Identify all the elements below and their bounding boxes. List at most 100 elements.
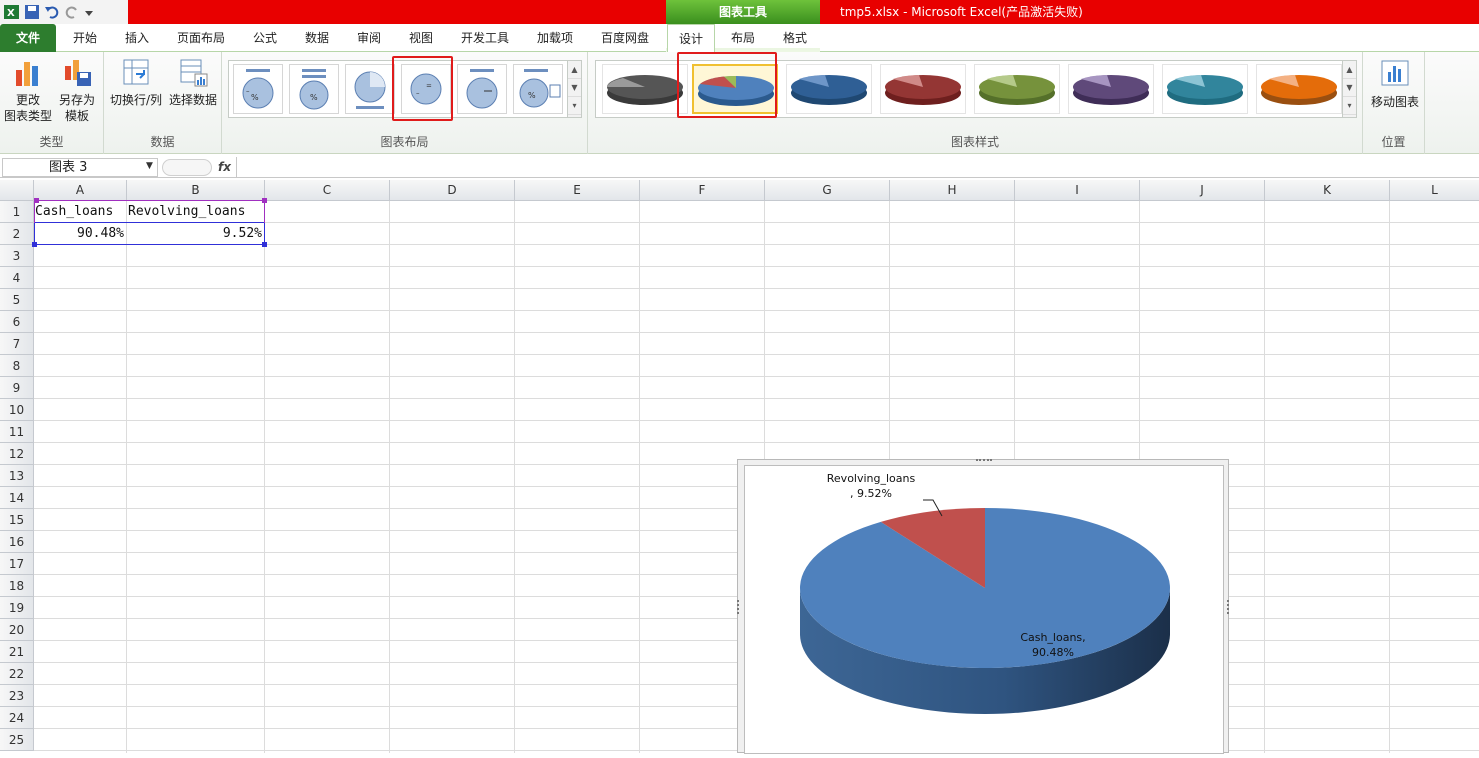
range-handle[interactable]	[32, 242, 37, 247]
layout-6-thumb[interactable]: %	[513, 64, 563, 114]
chart-object[interactable]: Revolving_loans , 9.52% Cash_loans, 90.4…	[737, 459, 1229, 754]
row-header-14[interactable]: 14	[0, 487, 34, 509]
column-header-d[interactable]: D	[390, 180, 515, 201]
tab-formulas[interactable]: 公式	[242, 24, 288, 52]
column-header-i[interactable]: I	[1015, 180, 1140, 201]
change-chart-type-button[interactable]: 更改 图表类型	[4, 56, 52, 124]
row-header-1[interactable]: 1	[0, 201, 34, 223]
range-handle[interactable]	[262, 198, 267, 203]
layout-3-thumb[interactable]	[345, 64, 395, 114]
column-header-k[interactable]: K	[1265, 180, 1390, 201]
svg-text:%: %	[251, 93, 259, 102]
series-values-range	[34, 222, 265, 245]
column-header-f[interactable]: F	[640, 180, 765, 201]
column-header-b[interactable]: B	[127, 180, 265, 201]
column-header-e[interactable]: E	[515, 180, 640, 201]
row-header-5[interactable]: 5	[0, 289, 34, 311]
row-header-7[interactable]: 7	[0, 333, 34, 355]
row-header-24[interactable]: 24	[0, 707, 34, 729]
undo-icon[interactable]	[44, 4, 60, 20]
style-purple-thumb[interactable]	[1068, 64, 1154, 114]
column-header-h[interactable]: H	[890, 180, 1015, 201]
chart-plot-area[interactable]: Revolving_loans , 9.52% Cash_loans, 90.4…	[744, 465, 1224, 754]
tab-format[interactable]: 格式	[772, 24, 818, 52]
row-header-11[interactable]: 11	[0, 421, 34, 443]
row-header-4[interactable]: 4	[0, 267, 34, 289]
chart-resize-handle-left[interactable]	[737, 600, 740, 614]
scroll-down-icon[interactable]: ▼	[568, 79, 581, 97]
tab-data[interactable]: 数据	[294, 24, 340, 52]
gallery-more-icon[interactable]: ▾	[568, 97, 581, 115]
tab-home[interactable]: 开始	[62, 24, 108, 52]
data-label-cash-loans[interactable]: Cash_loans, 90.48%	[1003, 630, 1103, 660]
row-header-2[interactable]: 2	[0, 223, 34, 245]
range-handle[interactable]	[262, 242, 267, 247]
row-header-8[interactable]: 8	[0, 355, 34, 377]
column-header-l[interactable]: L	[1390, 180, 1479, 201]
tab-developer[interactable]: 开发工具	[452, 24, 518, 52]
save-icon[interactable]	[24, 4, 40, 20]
layout-1-thumb[interactable]: % –	[233, 64, 283, 114]
scroll-up-icon[interactable]: ▲	[568, 61, 581, 79]
select-data-button[interactable]: 选择数据	[166, 56, 220, 108]
style-green-thumb[interactable]	[974, 64, 1060, 114]
row-header-25[interactable]: 25	[0, 729, 34, 751]
row-header-12[interactable]: 12	[0, 443, 34, 465]
gridline-horizontal	[34, 354, 1479, 355]
style-more-icon[interactable]: ▾	[1343, 97, 1356, 115]
select-all-corner[interactable]	[0, 180, 34, 201]
column-header-c[interactable]: C	[265, 180, 390, 201]
layout-2-thumb[interactable]: %	[289, 64, 339, 114]
gridline-vertical	[639, 201, 640, 753]
save-as-template-button[interactable]: 另存为 模板	[54, 56, 100, 124]
row-header-23[interactable]: 23	[0, 685, 34, 707]
row-header-13[interactable]: 13	[0, 465, 34, 487]
tab-addins[interactable]: 加载项	[526, 24, 584, 52]
row-header-6[interactable]: 6	[0, 311, 34, 333]
tab-review[interactable]: 审阅	[346, 24, 392, 52]
chart-resize-handle-top[interactable]	[976, 459, 992, 462]
row-header-10[interactable]: 10	[0, 399, 34, 421]
style-orange-thumb[interactable]	[1256, 64, 1342, 114]
switch-row-column-button[interactable]: 切换行/列	[108, 56, 164, 108]
row-header-16[interactable]: 16	[0, 531, 34, 553]
style-scroll-up-icon[interactable]: ▲	[1343, 61, 1356, 79]
tab-page-layout[interactable]: 页面布局	[170, 24, 232, 52]
tab-view[interactable]: 视图	[398, 24, 444, 52]
row-header-20[interactable]: 20	[0, 619, 34, 641]
name-box-dropdown-icon[interactable]: ▼	[146, 161, 153, 171]
formula-bar-expand-handle[interactable]	[162, 159, 212, 176]
redo-icon[interactable]	[64, 4, 80, 20]
tab-chart-layout[interactable]: 布局	[720, 24, 766, 52]
tab-design[interactable]: 设计	[667, 24, 715, 53]
style-scroll-down-icon[interactable]: ▼	[1343, 79, 1356, 97]
style-red-thumb[interactable]	[880, 64, 966, 114]
style-gray-thumb[interactable]	[602, 64, 688, 114]
column-header-a[interactable]: A	[34, 180, 127, 201]
tab-baidu-netdisk[interactable]: 百度网盘	[592, 24, 658, 52]
row-header-22[interactable]: 22	[0, 663, 34, 685]
chart-resize-handle-right[interactable]	[1226, 600, 1229, 614]
row-header-21[interactable]: 21	[0, 641, 34, 663]
layout-5-thumb[interactable]	[457, 64, 507, 114]
row-header-15[interactable]: 15	[0, 509, 34, 531]
row-header-3[interactable]: 3	[0, 245, 34, 267]
column-header-g[interactable]: G	[765, 180, 890, 201]
customize-qat-icon[interactable]	[84, 4, 100, 20]
move-chart-button[interactable]: 移动图表	[1366, 58, 1424, 110]
data-label-revolving-loans[interactable]: Revolving_loans , 9.52%	[815, 471, 927, 501]
column-header-j[interactable]: J	[1140, 180, 1265, 201]
row-header-19[interactable]: 19	[0, 597, 34, 619]
range-handle[interactable]	[34, 198, 39, 203]
insert-function-icon[interactable]: fx	[218, 158, 231, 177]
style-gallery-scrollbar[interactable]: ▲ ▼ ▾	[1342, 61, 1356, 117]
tab-file[interactable]: 文件	[0, 24, 56, 52]
layout-gallery-scrollbar[interactable]: ▲ ▼ ▾	[567, 61, 581, 117]
row-header-18[interactable]: 18	[0, 575, 34, 597]
name-box[interactable]: 图表 3	[2, 158, 158, 177]
row-header-17[interactable]: 17	[0, 553, 34, 575]
style-teal-thumb[interactable]	[1162, 64, 1248, 114]
row-header-9[interactable]: 9	[0, 377, 34, 399]
tab-insert[interactable]: 插入	[114, 24, 160, 52]
style-blue-thumb[interactable]	[786, 64, 872, 114]
